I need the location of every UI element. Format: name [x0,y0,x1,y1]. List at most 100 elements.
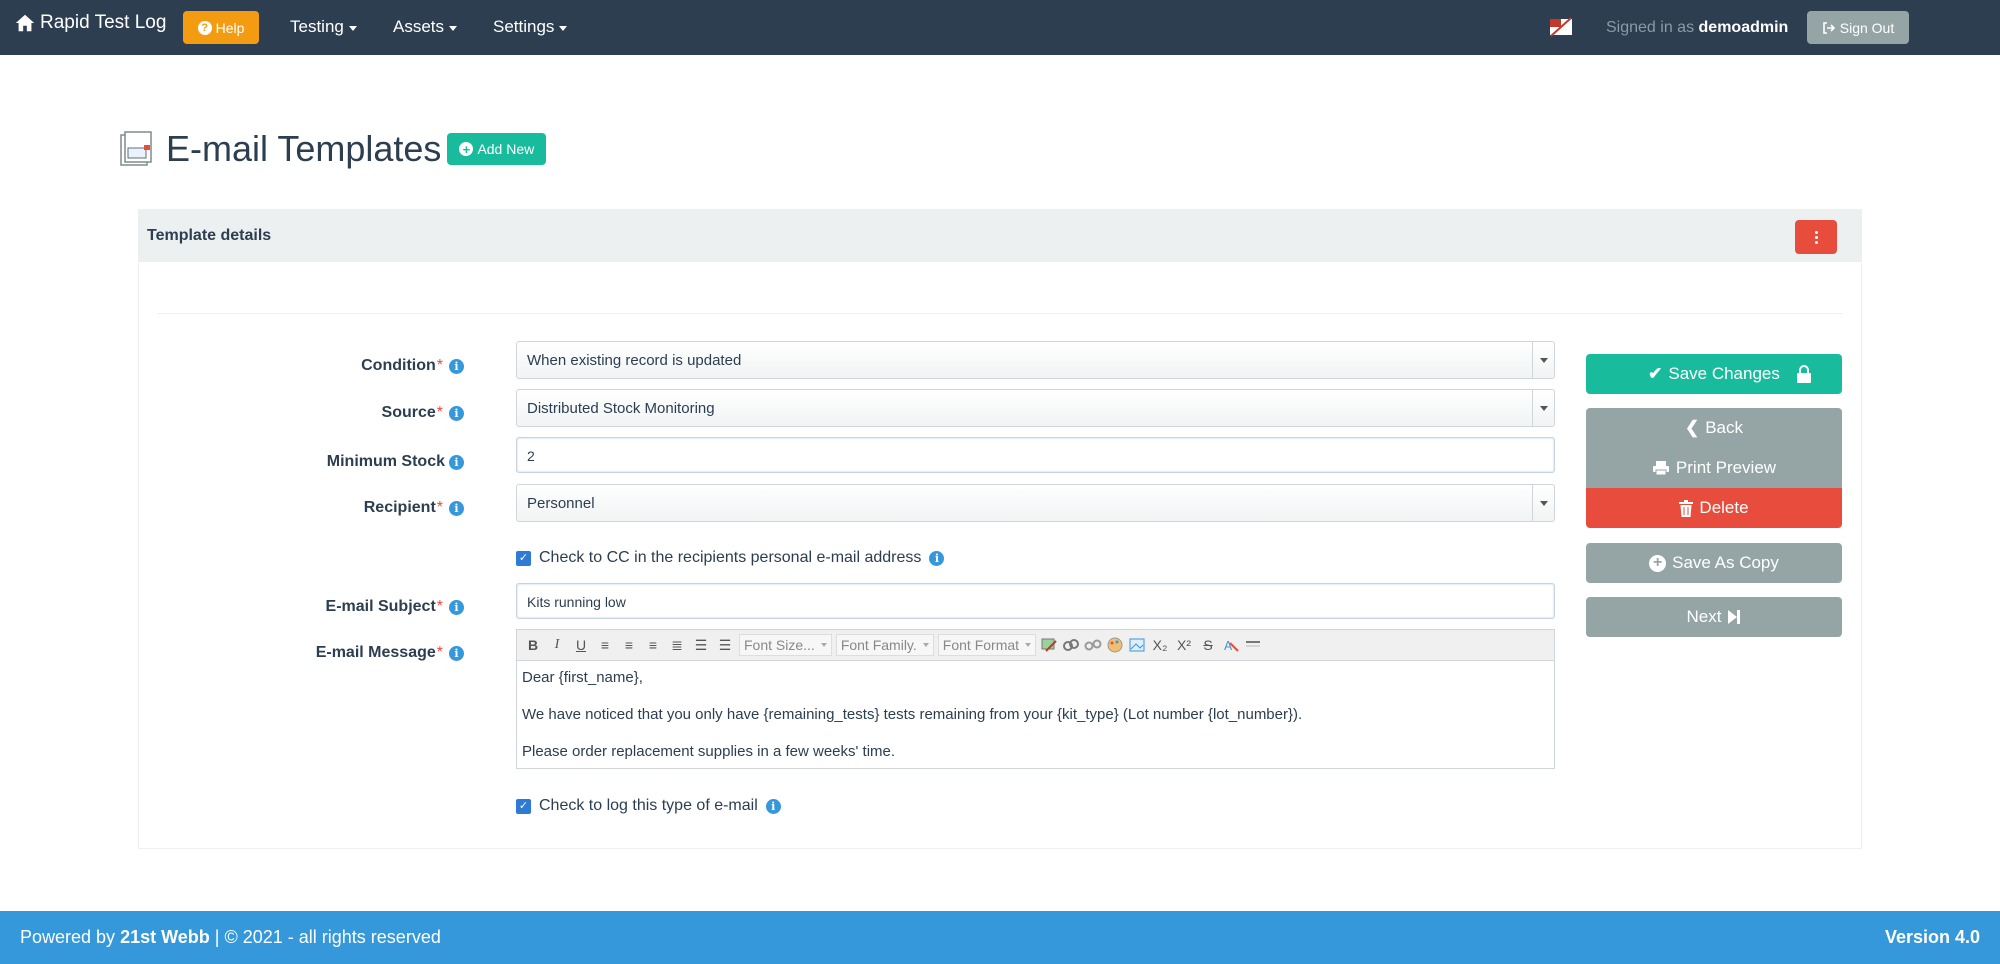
required-mark: * [436,357,443,374]
bold-icon[interactable]: B [523,637,543,653]
editor-content[interactable]: Dear {first_name}, We have noticed that … [517,661,1554,768]
nav-menu-label: Settings [493,17,555,36]
message-line: Please order replacement supplies in a f… [522,743,896,760]
align-left-icon[interactable]: ≡ [595,637,615,653]
home-icon [15,14,35,32]
print-preview-label: Print Preview [1675,458,1777,477]
info-icon[interactable]: i [449,454,464,470]
horizontal-rule-icon[interactable] [1244,637,1262,653]
align-right-icon[interactable]: ≡ [643,637,663,653]
underline-icon[interactable]: U [571,637,591,653]
notifications-off-icon[interactable] [1549,17,1573,37]
dropdown-arrow-icon [1532,390,1554,426]
cc-checkbox[interactable]: ✓ [516,550,531,566]
help-label: Help [215,19,245,36]
message-line: We have noticed that you only have {rema… [522,706,1303,723]
next-button[interactable]: Next [1586,597,1842,637]
label-text: E-mail Subject [325,598,436,615]
back-button[interactable]: ❮ Back [1586,408,1842,448]
brand-link[interactable]: Rapid Test Log [14,12,166,34]
info-icon[interactable]: i [449,645,464,661]
dropdown-arrow-icon [1532,485,1554,521]
nav-menu-assets[interactable]: Assets [393,17,458,37]
remove-format-icon[interactable]: A [1222,637,1240,653]
company-link[interactable]: 21st Webb [120,927,210,947]
back-label: Back [1705,418,1744,437]
label-text: E-mail Message [315,644,436,661]
numbered-list-icon[interactable]: ☰ [691,637,711,654]
font-size-select[interactable]: Font Size... [739,634,832,656]
info-icon[interactable]: i [449,599,464,615]
subject-label: E-mail Subject * i [134,598,464,616]
log-checkbox-row: ✓ Check to log this type of e-mail i [516,797,781,815]
nav-menu-settings[interactable]: Settings [493,17,568,37]
input-value: 2 [527,448,535,464]
question-circle-icon: ? [197,20,212,35]
print-preview-button[interactable]: Print Preview [1586,448,1842,488]
copyright-text: | © 2021 - all rights reserved [214,927,441,947]
required-mark: * [436,404,443,421]
plus-circle-icon: + [459,142,474,156]
source-label: Source * i [134,404,464,422]
subject-input[interactable]: Kits running low [516,583,1555,619]
dropdown-arrow-icon [922,643,929,647]
superscript-icon[interactable]: X² [1174,637,1194,653]
log-checkbox[interactable]: ✓ [516,798,531,814]
align-justify-icon[interactable]: ≣ [667,637,687,654]
align-center-icon[interactable]: ≡ [619,637,639,653]
log-checkbox-label[interactable]: Check to log this type of e-mail [539,797,758,815]
cc-checkbox-label[interactable]: Check to CC in the recipients personal e… [539,549,921,567]
link-icon[interactable] [1062,637,1080,653]
info-icon[interactable]: i [929,550,945,566]
nav-menu-testing[interactable]: Testing [290,17,357,37]
recipient-select[interactable]: Personnel [516,484,1555,522]
dropdown-arrow-icon [1532,342,1554,378]
label-text: Recipient [363,499,436,516]
sign-out-button[interactable]: Sign Out [1807,11,1909,44]
select-value: Font Size... [744,637,815,653]
image-icon[interactable] [1128,637,1146,653]
message-editor: B I U ≡ ≡ ≡ ≣ ☰ ☰ Font Size... Font Fami… [516,629,1555,769]
info-icon[interactable]: i [449,500,464,516]
label-text: Condition [361,357,436,374]
italic-icon[interactable]: I [547,637,567,653]
message-label: E-mail Message * i [134,644,464,662]
highlight-icon[interactable] [1040,637,1058,653]
save-as-copy-button[interactable]: + Save As Copy [1586,543,1842,583]
strikethrough-icon[interactable]: S [1198,637,1218,653]
info-icon[interactable]: i [449,405,464,421]
condition-select[interactable]: When existing record is updated [516,341,1555,379]
select-value: Font Family. [840,637,917,653]
minimum-stock-label: Minimum Stock i [134,453,464,471]
kebab-dot-icon [1814,240,1818,244]
delete-button[interactable]: Delete [1586,488,1842,528]
font-family-select[interactable]: Font Family. [835,634,934,656]
lock-icon [1797,365,1811,383]
dropdown-arrow-icon [1025,643,1032,647]
info-icon[interactable]: i [765,798,781,814]
info-icon[interactable]: i [449,358,464,374]
more-options-button[interactable] [1795,220,1837,254]
divider [157,313,1843,314]
help-button[interactable]: ? Help [183,11,259,44]
add-new-button[interactable]: + Add New [447,133,547,165]
subscript-icon[interactable]: X₂ [1150,637,1170,653]
kebab-dot-icon [1814,230,1818,234]
nav-menu-label: Testing [290,17,344,36]
add-new-label: Add New [477,141,535,157]
save-changes-button[interactable]: ✔ Save Changes [1586,354,1842,394]
source-select[interactable]: Distributed Stock Monitoring [516,389,1555,427]
unlink-icon[interactable] [1084,637,1102,653]
signed-in-prefix: Signed in as [1606,19,1695,36]
required-mark: * [436,499,443,516]
input-value: Kits running low [527,594,626,610]
color-palette-icon[interactable] [1106,637,1124,653]
printer-icon [1652,461,1669,476]
bullet-list-icon[interactable]: ☰ [715,637,735,654]
font-format-select[interactable]: Font Format [937,634,1037,656]
label-text: Minimum Stock [326,453,445,470]
panel-title: Template details [147,227,272,244]
minimum-stock-input[interactable]: 2 [516,437,1555,473]
message-line: Dear {first_name}, [522,669,643,686]
check-icon: ✔ [1648,364,1663,383]
